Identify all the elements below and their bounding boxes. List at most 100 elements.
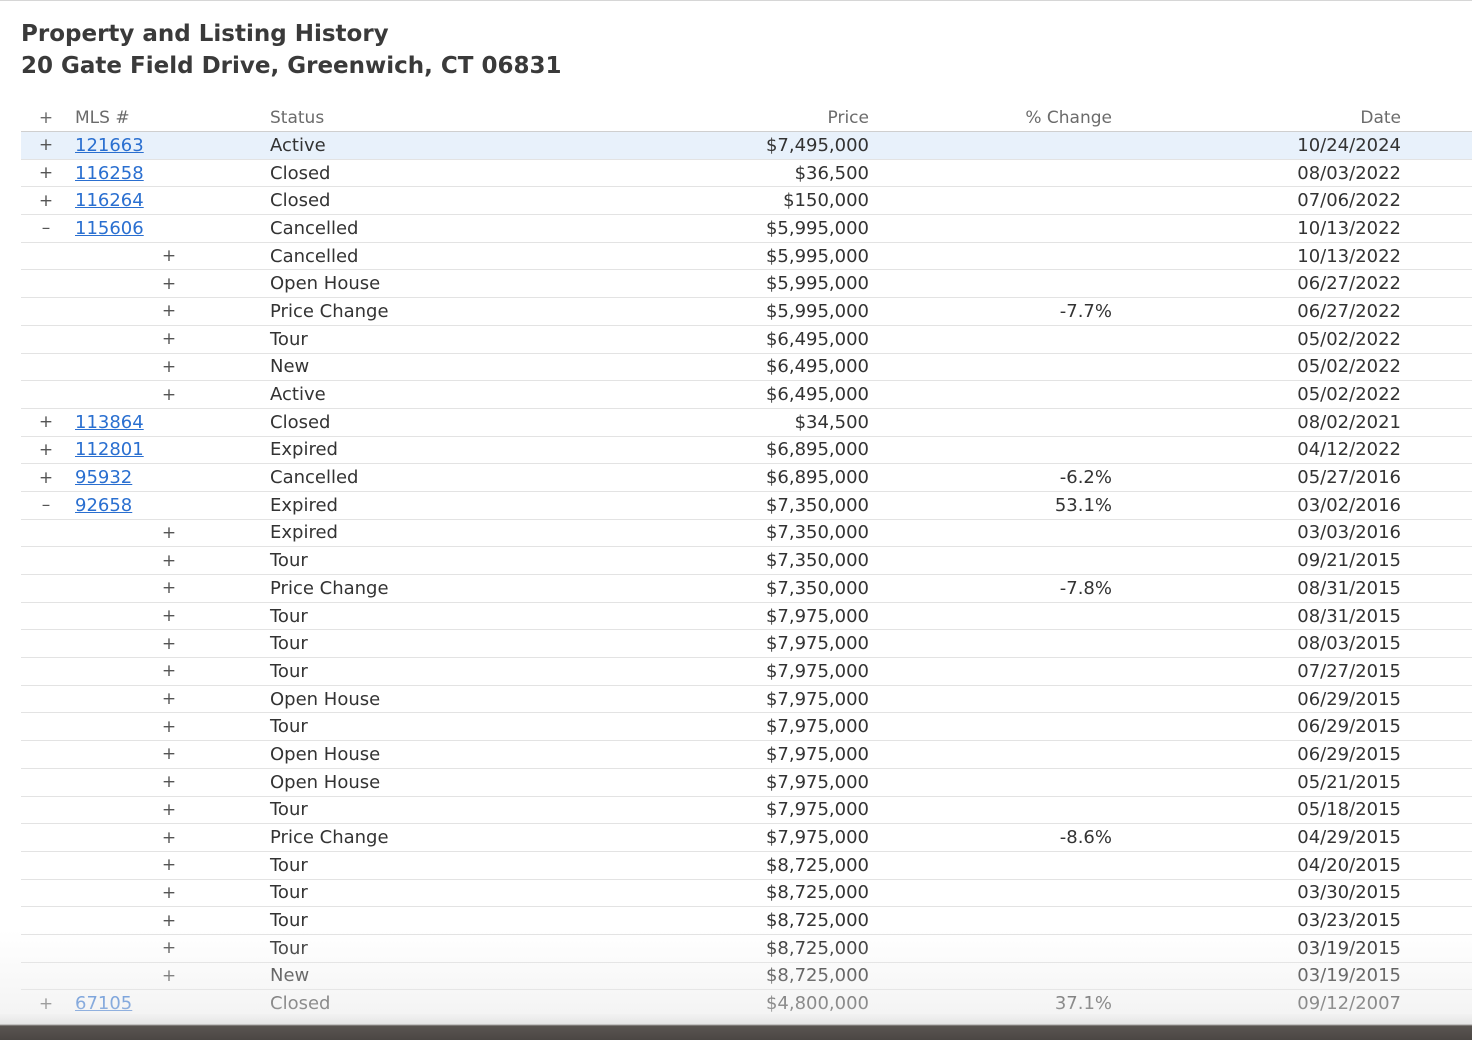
table-subrow[interactable]: + Tour $7,975,000 08/03/2015 bbox=[21, 630, 1472, 659]
table-subrow[interactable]: + Tour $8,725,000 03/19/2015 bbox=[21, 935, 1472, 963]
table-row[interactable]: – 115606 Cancelled $5,995,000 10/13/2022 bbox=[21, 215, 1472, 243]
column-header-change[interactable]: % Change bbox=[1025, 102, 1112, 131]
table-subrow[interactable]: + Tour $8,725,000 03/23/2015 bbox=[21, 907, 1472, 935]
expand-toggle[interactable]: + bbox=[39, 990, 53, 1017]
subrow-expand-toggle[interactable]: + bbox=[162, 381, 176, 408]
subrow-expand-toggle[interactable]: + bbox=[162, 575, 176, 602]
subrow-expand-toggle[interactable]: + bbox=[162, 547, 176, 574]
table-subrow[interactable]: + Active $6,495,000 05/02/2022 bbox=[21, 381, 1472, 409]
subrow-expand-toggle[interactable]: + bbox=[162, 769, 176, 796]
column-header-status[interactable]: Status bbox=[270, 102, 324, 131]
date-cell: 07/27/2015 bbox=[1297, 660, 1401, 682]
subrow-expand-toggle[interactable]: + bbox=[162, 880, 176, 907]
mls-link[interactable]: 112801 bbox=[75, 439, 144, 460]
date-cell: 06/29/2015 bbox=[1297, 688, 1401, 710]
subrow-expand-toggle[interactable]: + bbox=[162, 907, 176, 934]
mls-link[interactable]: 67105 bbox=[75, 993, 132, 1014]
date-cell: 06/29/2015 bbox=[1297, 743, 1401, 765]
table-subrow[interactable]: + Tour $6,495,000 05/02/2022 bbox=[21, 326, 1472, 354]
expand-toggle[interactable]: + bbox=[39, 409, 53, 436]
column-header-price[interactable]: Price bbox=[828, 102, 869, 131]
table-row[interactable]: +112801 Expired $6,895,000 04/12/2022 bbox=[21, 437, 1472, 465]
price-cell: $4,800,000 bbox=[765, 993, 869, 1015]
subrow-expand-toggle[interactable]: + bbox=[162, 797, 176, 824]
date-cell: 03/19/2015 bbox=[1297, 937, 1401, 959]
mls-link[interactable]: 113864 bbox=[75, 412, 144, 433]
column-header-mls[interactable]: MLS # bbox=[75, 102, 130, 131]
table-subrow[interactable]: + Expired $7,350,000 03/03/2016 bbox=[21, 520, 1472, 548]
subrow-expand-toggle[interactable]: + bbox=[162, 658, 176, 685]
table-subrow[interactable]: + Tour $7,975,000 06/29/2015 bbox=[21, 713, 1472, 742]
table-row[interactable]: +116264 Closed $150,000 07/06/2022 bbox=[21, 187, 1472, 216]
table-subrow[interactable]: + Open House $5,995,000 06/27/2022 bbox=[21, 270, 1472, 299]
date-cell: 03/23/2015 bbox=[1297, 910, 1401, 932]
subrow-expand-toggle[interactable]: + bbox=[162, 354, 176, 381]
expand-toggle[interactable]: + bbox=[39, 160, 53, 187]
subrow-expand-toggle[interactable]: + bbox=[162, 741, 176, 768]
table-row[interactable]: +113864 Closed $34,500 08/02/2021 bbox=[21, 409, 1472, 437]
table-row[interactable]: – 92658 Expired $7,350,000 53.1% 03/02/2016 bbox=[21, 492, 1472, 520]
subrow-expand-toggle[interactable]: + bbox=[162, 243, 176, 270]
mls-link[interactable]: 92658 bbox=[75, 495, 132, 516]
expand-toggle[interactable]: + bbox=[39, 464, 53, 491]
table-subrow[interactable]: + Tour $8,725,000 04/20/2015 bbox=[21, 852, 1472, 880]
date-cell: 03/02/2016 bbox=[1297, 494, 1401, 516]
subrow-expand-toggle[interactable]: + bbox=[162, 603, 176, 630]
expand-all-toggle[interactable]: + bbox=[39, 102, 53, 131]
mls-link[interactable]: 116258 bbox=[75, 163, 144, 184]
status-cell: Tour bbox=[270, 882, 308, 904]
subrow-expand-toggle[interactable]: + bbox=[162, 935, 176, 962]
subrow-expand-toggle[interactable]: + bbox=[162, 713, 176, 740]
date-cell: 10/24/2024 bbox=[1297, 134, 1401, 156]
date-cell: 10/13/2022 bbox=[1297, 245, 1401, 267]
subrow-expand-toggle[interactable]: + bbox=[162, 824, 176, 851]
table-subrow[interactable]: + Price Change $5,995,000 -7.7% 06/27/2022 bbox=[21, 298, 1472, 326]
table-subrow[interactable]: + Price Change $7,350,000 -7.8% 08/31/2015 bbox=[21, 575, 1472, 603]
status-cell: New bbox=[270, 356, 310, 378]
mls-number-cell: 67105 bbox=[75, 990, 132, 1017]
expand-toggle[interactable]: + bbox=[39, 437, 53, 464]
table-subrow[interactable]: + Tour $7,975,000 05/18/2015 bbox=[21, 797, 1472, 825]
mls-link[interactable]: 115606 bbox=[75, 218, 144, 239]
date-cell: 05/02/2022 bbox=[1297, 384, 1401, 406]
mls-link[interactable]: 121663 bbox=[75, 135, 144, 156]
table-row[interactable]: +95932 Cancelled $6,895,000 -6.2% 05/27/2016 bbox=[21, 464, 1472, 492]
mls-link[interactable]: 116264 bbox=[75, 190, 144, 211]
status-cell: Tour bbox=[270, 328, 308, 350]
table-subrow[interactable]: + New $8,725,000 03/19/2015 bbox=[21, 963, 1472, 991]
status-cell: Tour bbox=[270, 854, 308, 876]
price-cell: $7,975,000 bbox=[765, 716, 869, 738]
table-subrow[interactable]: + Cancelled $5,995,000 10/13/2022 bbox=[21, 243, 1472, 271]
page-title: Property and Listing History bbox=[21, 21, 389, 47]
table-subrow[interactable]: + Tour $7,975,000 08/31/2015 bbox=[21, 603, 1472, 631]
subrow-expand-toggle[interactable]: + bbox=[162, 270, 176, 297]
subrow-expand-toggle[interactable]: + bbox=[162, 326, 176, 353]
price-cell: $7,975,000 bbox=[765, 827, 869, 849]
collapse-toggle[interactable]: – bbox=[39, 215, 53, 242]
table-subrow[interactable]: + Open House $7,975,000 05/21/2015 bbox=[21, 769, 1472, 797]
table-subrow[interactable]: + New $6,495,000 05/02/2022 bbox=[21, 354, 1472, 382]
table-subrow[interactable]: + Tour $7,975,000 07/27/2015 bbox=[21, 658, 1472, 686]
column-header-date[interactable]: Date bbox=[1360, 102, 1401, 131]
subrow-expand-toggle[interactable]: + bbox=[162, 630, 176, 657]
table-row[interactable]: +116258 Closed $36,500 08/03/2022 bbox=[21, 160, 1472, 188]
subrow-expand-toggle[interactable]: + bbox=[162, 852, 176, 879]
subrow-expand-toggle[interactable]: + bbox=[162, 686, 176, 713]
collapse-toggle[interactable]: – bbox=[39, 492, 53, 519]
table-subrow[interactable]: + Open House $7,975,000 06/29/2015 bbox=[21, 686, 1472, 714]
status-cell: Expired bbox=[270, 522, 338, 544]
table-subrow[interactable]: + Price Change $7,975,000 -8.6% 04/29/2015 bbox=[21, 824, 1472, 852]
mls-link[interactable]: 95932 bbox=[75, 467, 132, 488]
table-row[interactable]: +121663 Active $7,495,000 10/24/2024 bbox=[21, 132, 1472, 160]
expand-toggle[interactable]: + bbox=[39, 132, 53, 159]
status-cell: Closed bbox=[270, 993, 331, 1015]
table-subrow[interactable]: + Tour $8,725,000 03/30/2015 bbox=[21, 880, 1472, 908]
expand-toggle[interactable]: + bbox=[39, 187, 53, 214]
status-cell: Tour bbox=[270, 799, 308, 821]
subrow-expand-toggle[interactable]: + bbox=[162, 520, 176, 547]
status-cell: New bbox=[270, 965, 310, 987]
table-subrow[interactable]: + Open House $7,975,000 06/29/2015 bbox=[21, 741, 1472, 769]
subrow-expand-toggle[interactable]: + bbox=[162, 298, 176, 325]
table-subrow[interactable]: + Tour $7,350,000 09/21/2015 bbox=[21, 547, 1472, 575]
subrow-expand-toggle[interactable]: + bbox=[162, 963, 176, 990]
